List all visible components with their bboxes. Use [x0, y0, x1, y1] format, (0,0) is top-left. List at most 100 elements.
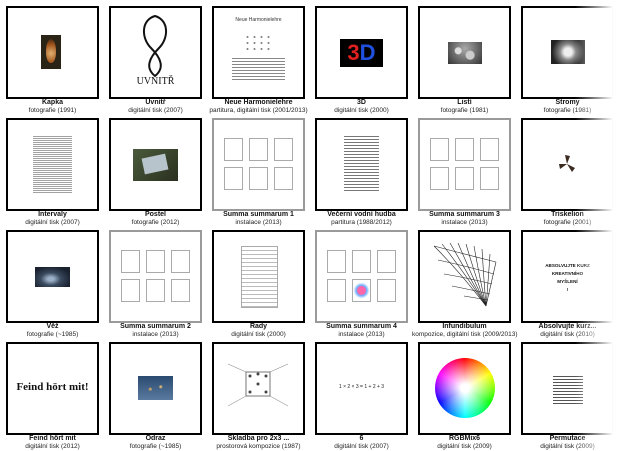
- item-subtitle: fotografie (~1985): [26, 331, 79, 338]
- item-subtitle: instalace (2013): [132, 331, 179, 338]
- item-title[interactable]: Summa summarum 2: [103, 323, 208, 331]
- item-subtitle: partitura, digitální tisk (2001/2013): [209, 107, 308, 114]
- thumbnail[interactable]: [418, 6, 511, 99]
- installation-grid: [327, 250, 396, 302]
- funnel-drawing: [433, 242, 497, 307]
- item-subtitle: fotografie (2001): [543, 219, 592, 226]
- color-wheel: [435, 358, 495, 418]
- thumbnail[interactable]: [315, 230, 408, 323]
- item-title[interactable]: Večerní vodní hudba: [309, 211, 414, 219]
- bed-photo: [133, 149, 178, 181]
- item-title[interactable]: Řady: [206, 323, 311, 331]
- blackletter-text: Feind hört mit!: [16, 381, 89, 393]
- thumbnail[interactable]: [418, 118, 511, 211]
- score-text: [344, 134, 379, 192]
- item-title[interactable]: Věž: [0, 323, 105, 331]
- thumbnail[interactable]: [109, 230, 202, 323]
- item-title[interactable]: Listí: [412, 99, 517, 107]
- installation-grid: [430, 138, 499, 190]
- thumbnail[interactable]: 1 × 2 × 3 = 1 + 2 + 3: [315, 342, 408, 435]
- item-subtitle: digitální tisk (2012): [25, 443, 80, 450]
- item-title[interactable]: Intervaly: [0, 211, 105, 219]
- caption: Summa summarum 2 instalace (2013): [103, 323, 208, 339]
- caption: Intervaly digitální tisk (2007): [0, 211, 105, 227]
- thumbnail[interactable]: [418, 342, 511, 435]
- thumbnail[interactable]: [418, 230, 511, 323]
- thumbnail[interactable]: [212, 118, 305, 211]
- thumbnail[interactable]: 3D: [315, 6, 408, 99]
- item-title[interactable]: Infundibulum: [412, 323, 517, 331]
- item-subtitle: partitura (1988/2012): [331, 219, 392, 226]
- item-title[interactable]: Permutace: [515, 435, 620, 443]
- item-title[interactable]: 6: [309, 435, 414, 443]
- installation-grid: [224, 138, 293, 190]
- item-subtitle: kompozice, digitální tisk (2009/2013): [412, 331, 518, 338]
- item-title[interactable]: Neue Harmonielehre: [206, 99, 311, 107]
- 3d-image: 3D: [340, 39, 383, 67]
- thumbnail[interactable]: [315, 118, 408, 211]
- leaves-photo: [448, 42, 482, 64]
- item-title[interactable]: Odraz: [103, 435, 208, 443]
- caption: Infundibulum kompozice, digitální tisk (…: [412, 323, 518, 339]
- thumbnail[interactable]: Feind hört mit!: [6, 342, 99, 435]
- item-subtitle: digitální tisk (2000): [231, 331, 286, 338]
- item-title[interactable]: Summa summarum 3: [412, 211, 517, 219]
- item-title[interactable]: Kapka: [0, 99, 105, 107]
- score-lines: [232, 56, 285, 82]
- thumbnail[interactable]: [6, 118, 99, 211]
- thumbnail[interactable]: [6, 6, 99, 99]
- poster-text: ABSOLVUJTE KURZ KREATIVNÍHO MYŠLENÍ !: [545, 263, 590, 292]
- caption: Řady digitální tisk (2000): [206, 323, 311, 339]
- caption: Absolvujte kurz... digitální tisk (2010): [515, 323, 620, 339]
- thumbnail[interactable]: [109, 342, 202, 435]
- item-title[interactable]: Postel: [103, 211, 208, 219]
- score-title: Neue Harmonielehre: [235, 17, 282, 23]
- item-subtitle: fotografie (1981): [440, 107, 489, 114]
- uvnitr-text: UVNITŘ: [136, 76, 175, 87]
- thumbnail[interactable]: [212, 230, 305, 323]
- item-subtitle: fotografie (2012): [131, 219, 180, 226]
- reflection-photo: [138, 376, 173, 400]
- item-subtitle: instalace (2013): [338, 331, 385, 338]
- item-title[interactable]: Absolvujte kurz...: [515, 323, 620, 331]
- caption: Summa summarum 4 instalace (2013): [309, 323, 414, 339]
- caption: Stromy fotografie (1981): [515, 99, 620, 115]
- thumbnail[interactable]: [6, 230, 99, 323]
- thumbnail[interactable]: [521, 342, 614, 435]
- item-subtitle: fotografie (1991): [28, 107, 77, 114]
- thumbnail[interactable]: ABSOLVUJTE KURZ KREATIVNÍHO MYŠLENÍ !: [521, 230, 614, 323]
- gallery-grid: Kapka fotografie (1991) UVNITŘ Uvnitř di…: [0, 0, 620, 450]
- item-title[interactable]: 3D: [309, 99, 414, 107]
- tower-photo: [35, 267, 70, 287]
- item-title[interactable]: Triskelion: [515, 211, 620, 219]
- thumbnail[interactable]: [521, 118, 614, 211]
- caption: 3D digitální tisk (2000): [309, 99, 414, 115]
- caption: Večerní vodní hudba partitura (1988/2012…: [309, 211, 414, 227]
- item-title[interactable]: RGBMix6: [412, 435, 517, 443]
- thumbnail[interactable]: UVNITŘ: [109, 6, 202, 99]
- thumbnail[interactable]: Neue Harmonielehre: [212, 6, 305, 99]
- item-title[interactable]: Skladba pro 2x3 ...: [206, 435, 311, 443]
- item-title[interactable]: Summa summarum 4: [309, 323, 414, 331]
- item-title[interactable]: Feind hört mit: [0, 435, 105, 443]
- item-subtitle: digitální tisk (2000): [334, 107, 389, 114]
- caption: Uvnitř digitální tisk (2007): [103, 99, 208, 115]
- caption: Postel fotografie (2012): [103, 211, 208, 227]
- thumbnail[interactable]: [109, 118, 202, 211]
- caption: Kapka fotografie (1991): [0, 99, 105, 115]
- drop-photo: [41, 35, 61, 69]
- thumbnail[interactable]: [521, 6, 614, 99]
- thumbnail[interactable]: [212, 342, 305, 435]
- item-subtitle: fotografie (~1985): [129, 443, 182, 450]
- caption: Neue Harmonielehre partitura, digitální …: [206, 99, 311, 115]
- equation-text: 1 × 2 × 3 = 1 + 2 + 3: [338, 384, 385, 390]
- item-title[interactable]: Uvnitř: [103, 99, 208, 107]
- item-title[interactable]: Summa summarum 1: [206, 211, 311, 219]
- trees-photo: [551, 40, 585, 64]
- item-subtitle: digitální tisk (2010): [540, 331, 595, 338]
- caption: Summa summarum 3 instalace (2013): [412, 211, 517, 227]
- item-subtitle: digitální tisk (2009): [540, 443, 595, 450]
- permutation-text: [553, 374, 583, 404]
- item-title[interactable]: Stromy: [515, 99, 620, 107]
- item-subtitle: fotografie (1981): [543, 107, 592, 114]
